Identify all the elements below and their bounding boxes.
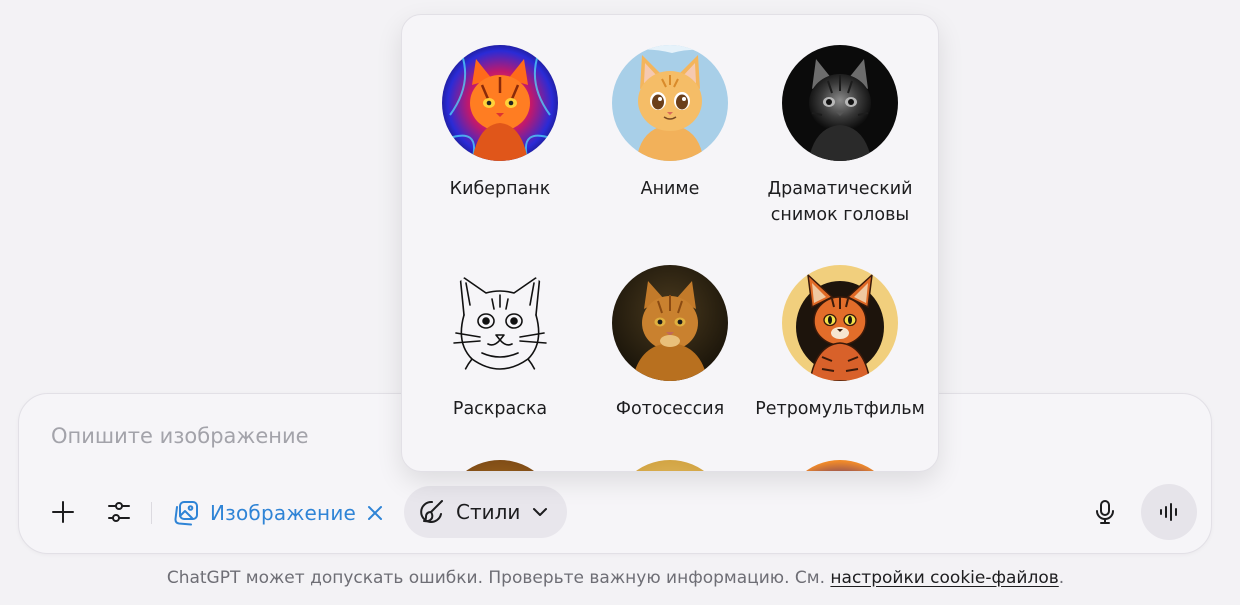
voice-mode-button[interactable] xyxy=(1141,484,1197,540)
style-option-dramatic-headshot[interactable]: Драматический снимок головы xyxy=(755,45,925,228)
tools-button[interactable] xyxy=(101,494,137,530)
styles-menu: Киберпанк Аниме Драматический снимок гол… xyxy=(401,14,939,472)
cookie-settings-link[interactable]: настройки cookie-файлов xyxy=(830,568,1058,588)
style-thumbnail-partial[interactable] xyxy=(782,460,898,471)
style-option-label: Киберпанк xyxy=(449,179,551,199)
style-option-label: Фотосессия xyxy=(615,399,725,419)
disclaimer: ChatGPT может допускать ошибки. Проверьт… xyxy=(0,568,1231,588)
style-option-label: Ретромультфильм xyxy=(755,399,925,419)
style-option-label: Драматический снимок головы xyxy=(767,179,913,225)
style-thumbnail-partial[interactable] xyxy=(612,460,728,471)
style-option-label: Аниме xyxy=(640,179,700,199)
coloring-page-cat-thumbnail xyxy=(442,265,558,381)
close-icon[interactable] xyxy=(366,504,384,522)
plus-icon xyxy=(52,501,74,523)
image-mode-label: Изображение xyxy=(210,501,357,525)
style-option-label: Раскраска xyxy=(452,399,548,419)
image-mode-chip[interactable]: Изображение xyxy=(172,495,384,531)
retro-cartoon-cat-thumbnail xyxy=(782,265,898,381)
cyberpunk-cat-thumbnail xyxy=(442,45,558,161)
dramatic-headshot-cat-thumbnail xyxy=(782,45,898,161)
styles-label: Стили xyxy=(456,500,521,524)
disclaimer-end: . xyxy=(1058,568,1065,588)
style-thumbnail-partial[interactable] xyxy=(442,460,558,471)
microphone-icon xyxy=(1096,500,1114,524)
image-icon xyxy=(174,501,198,526)
style-option-cyberpunk[interactable]: Киберпанк xyxy=(415,45,585,202)
microphone-button[interactable] xyxy=(1087,494,1123,530)
sliders-icon xyxy=(108,502,130,522)
add-button[interactable] xyxy=(45,494,81,530)
anime-cat-thumbnail xyxy=(612,45,728,161)
disclaimer-text: ChatGPT может допускать ошибки. Проверьт… xyxy=(166,568,831,588)
style-option-photoshoot[interactable]: Фотосессия xyxy=(585,265,755,422)
style-option-coloring-page[interactable]: Раскраска xyxy=(415,265,585,422)
brush-icon xyxy=(420,500,443,523)
styles-button[interactable]: Стили xyxy=(404,486,567,538)
prompt-input[interactable]: Опишите изображение xyxy=(51,424,309,448)
style-option-retro-cartoon[interactable]: Ретромультфильм xyxy=(755,265,925,422)
waveform-icon xyxy=(1160,503,1177,521)
style-option-anime[interactable]: Аниме xyxy=(585,45,755,202)
photoshoot-cat-thumbnail xyxy=(612,265,728,381)
toolbar-divider xyxy=(151,502,152,524)
chevron-down-icon xyxy=(533,508,548,516)
